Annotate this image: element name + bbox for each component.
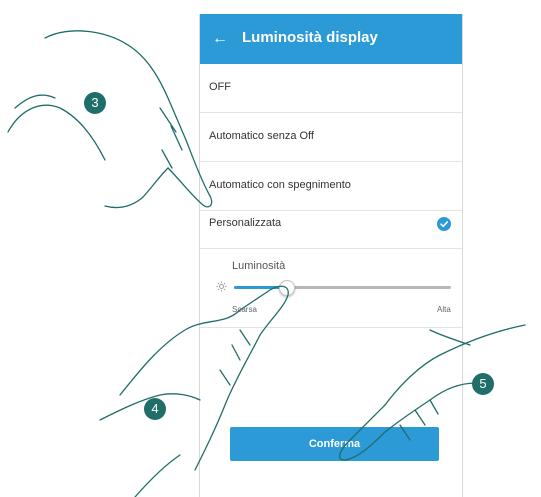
back-arrow-icon[interactable]: ← bbox=[208, 27, 232, 51]
option-label: OFF bbox=[209, 81, 231, 93]
step-badge-5: 5 bbox=[472, 373, 494, 395]
slider-min-label: Scarsa bbox=[232, 305, 257, 314]
brightness-slider[interactable] bbox=[234, 280, 451, 296]
brightness-label: Luminosità bbox=[232, 260, 286, 272]
brightness-slider-section: Luminosità Scarsa Alta bbox=[200, 249, 462, 328]
option-label: Automatico con spegnimento bbox=[209, 179, 351, 191]
hand-3-creases bbox=[159, 107, 183, 169]
phone-screen: ← Luminosità display OFF Automatico senz… bbox=[199, 14, 463, 497]
app-bar: ← Luminosità display bbox=[200, 14, 462, 64]
hand-3-palm bbox=[104, 167, 169, 209]
hand-3-finger bbox=[7, 104, 106, 161]
page-title: Luminosità display bbox=[242, 29, 378, 46]
option-label: Automatico senza Off bbox=[209, 130, 314, 142]
sun-icon bbox=[216, 281, 227, 292]
confirm-button[interactable]: Conferma bbox=[230, 427, 439, 461]
slider-max-label: Alta bbox=[437, 305, 451, 314]
hand-3-thumb bbox=[14, 94, 56, 109]
hand-4-wrist bbox=[134, 454, 181, 497]
step-badge-3: 3 bbox=[84, 92, 106, 114]
hand-3-index bbox=[44, 30, 213, 208]
step-badge-4: 4 bbox=[144, 398, 166, 420]
check-icon bbox=[437, 217, 451, 231]
option-automatic-no-off[interactable]: Automatico senza Off bbox=[200, 113, 462, 162]
option-custom[interactable]: Personalizzata bbox=[200, 200, 462, 249]
brightness-slider-thumb[interactable] bbox=[279, 280, 296, 296]
option-label: Personalizzata bbox=[209, 217, 282, 229]
option-off[interactable]: OFF bbox=[200, 64, 462, 113]
